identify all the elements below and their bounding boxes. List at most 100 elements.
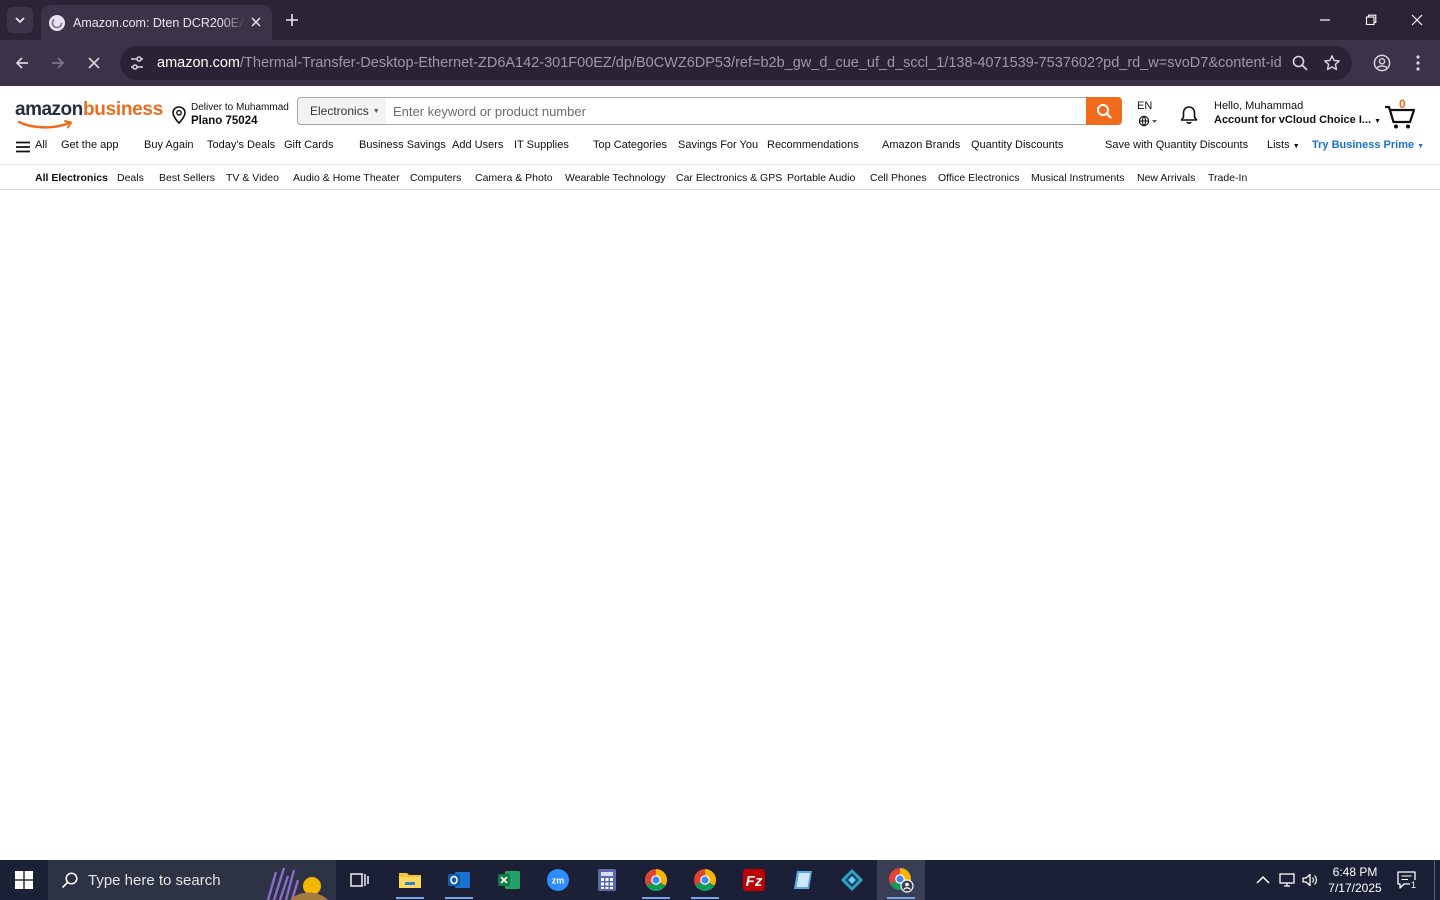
- plus-icon: [286, 14, 298, 26]
- address-bar[interactable]: amazon.com/Thermal-Transfer-Desktop-Ethe…: [120, 46, 1352, 80]
- nav-gift-cards[interactable]: Gift Cards: [284, 139, 334, 151]
- browser-tab-active[interactable]: Amazon.com: Dten DCR200EA Dual-Camera Vi…: [41, 5, 272, 40]
- nav-todays-deals[interactable]: Today's Deals: [207, 139, 275, 151]
- language-selector[interactable]: EN: [1137, 100, 1167, 128]
- show-desktop-button[interactable]: [1434, 860, 1440, 900]
- start-button[interactable]: [0, 860, 48, 900]
- subnav-cell-phones[interactable]: Cell Phones: [870, 172, 927, 184]
- bookmark-star-icon[interactable]: [1323, 54, 1341, 72]
- tab-close-button[interactable]: [248, 14, 264, 30]
- caret-down-icon: ▼: [1417, 143, 1425, 150]
- stop-loading-button[interactable]: [82, 51, 106, 75]
- close-window-button[interactable]: [1405, 8, 1429, 32]
- forward-button[interactable]: [46, 51, 70, 75]
- tray-overflow-chevron-icon[interactable]: [1254, 871, 1272, 889]
- clock-time: 6:48 PM: [1332, 865, 1378, 879]
- taskbar-notes-app[interactable]: [779, 860, 827, 900]
- taskbar-file-explorer[interactable]: [386, 860, 434, 900]
- search-icon: [61, 872, 78, 889]
- nav-business-savings[interactable]: Business Savings: [359, 139, 446, 151]
- logo-amazon-text: amazon: [15, 99, 83, 120]
- nav-all[interactable]: All: [35, 139, 47, 151]
- nav-buy-again[interactable]: Buy Again: [144, 139, 194, 151]
- electronics-subnav: All Electronics Deals Best Sellers TV & …: [0, 164, 1440, 190]
- nav-get-the-app[interactable]: Get the app: [61, 139, 119, 151]
- windows-taskbar: Type here to search zm Fz 6:48 PM 7/17/2…: [0, 860, 1440, 900]
- subnav-computers[interactable]: Computers: [410, 172, 461, 184]
- subnav-car-electronics-gps[interactable]: Car Electronics & GPS: [676, 172, 782, 184]
- nav-try-business-prime[interactable]: Try Business Prime ▼: [1312, 139, 1424, 151]
- notes-app-icon: [794, 871, 812, 889]
- search-input[interactable]: [386, 97, 1087, 125]
- nav-amazon-brands[interactable]: Amazon Brands: [882, 139, 960, 151]
- nav-add-users[interactable]: Add Users: [452, 139, 503, 151]
- minimize-button[interactable]: [1313, 8, 1337, 32]
- nav-top-categories[interactable]: Top Categories: [593, 139, 667, 151]
- subnav-office-electronics[interactable]: Office Electronics: [938, 172, 1020, 184]
- subnav-all-electronics[interactable]: All Electronics: [35, 172, 108, 184]
- site-settings-icon[interactable]: [128, 54, 146, 72]
- arrow-right-icon: [52, 57, 65, 69]
- back-button[interactable]: [10, 51, 34, 75]
- subnav-best-sellers[interactable]: Best Sellers: [159, 172, 215, 184]
- folder-icon: [399, 873, 421, 888]
- browser-menu-button[interactable]: [1406, 51, 1430, 75]
- subnav-wearable-technology[interactable]: Wearable Technology: [565, 172, 666, 184]
- account-greeting: Hello, Muhammad: [1214, 100, 1304, 112]
- taskbar-chrome-profile[interactable]: [877, 860, 925, 900]
- taskbar-clock[interactable]: 6:48 PM 7/17/2025: [1325, 864, 1385, 896]
- restore-button[interactable]: [1359, 8, 1383, 32]
- nav-it-supplies[interactable]: IT Supplies: [514, 139, 569, 151]
- subnav-new-arrivals[interactable]: New Arrivals: [1137, 172, 1195, 184]
- subnav-musical-instruments[interactable]: Musical Instruments: [1031, 172, 1124, 184]
- subnav-camera-photo[interactable]: Camera & Photo: [475, 172, 553, 184]
- caret-down-icon: ▼: [1292, 143, 1300, 150]
- search-category-dropdown[interactable]: Electronics ▼: [297, 97, 387, 125]
- subnav-audio-home-theater[interactable]: Audio & Home Theater: [293, 172, 400, 184]
- subnav-deals[interactable]: Deals: [117, 172, 144, 184]
- cart-button[interactable]: 0: [1383, 97, 1417, 130]
- taskbar-search-box[interactable]: Type here to search: [48, 860, 336, 900]
- taskbar-zoom[interactable]: zm: [534, 860, 582, 900]
- tab-title: Amazon.com: Dten DCR200EA Dual-Camera Vi…: [73, 15, 245, 30]
- task-view-button[interactable]: [336, 860, 384, 900]
- new-tab-button[interactable]: [282, 10, 302, 30]
- amazon-business-logo[interactable]: amazon business: [15, 99, 163, 129]
- deliver-to-location[interactable]: Deliver to Muhammad Plano 75024: [171, 102, 289, 130]
- account-name: Account for vCloud Choice I...: [1214, 114, 1372, 126]
- taskbar-chrome-1[interactable]: [632, 860, 680, 900]
- notification-bell-icon[interactable]: [1178, 104, 1200, 126]
- nav-lists[interactable]: Lists ▼: [1267, 139, 1300, 151]
- subnav-portable-audio[interactable]: Portable Audio: [787, 172, 855, 184]
- url-text[interactable]: amazon.com/Thermal-Transfer-Desktop-Ethe…: [157, 55, 1282, 71]
- amazon-header: amazon business Deliver to Muhammad Plan…: [0, 86, 1440, 164]
- taskbar-excel[interactable]: [485, 860, 533, 900]
- nav-lists-label: Lists: [1267, 139, 1290, 151]
- action-center-button[interactable]: 1: [1396, 870, 1418, 890]
- nav-save-quantity-discounts[interactable]: Save with Quantity Discounts: [1105, 139, 1248, 151]
- taskbar-outlook[interactable]: [435, 860, 483, 900]
- taskbar-calculator[interactable]: [583, 860, 631, 900]
- windows-logo-icon: [15, 871, 33, 889]
- taskbar-filezilla[interactable]: Fz: [730, 860, 778, 900]
- nav-quantity-discounts[interactable]: Quantity Discounts: [971, 139, 1063, 151]
- deliver-zip: Plano 75024: [191, 115, 258, 127]
- nav-savings-for-you[interactable]: Savings For You: [678, 139, 758, 151]
- minimize-icon: [1320, 19, 1330, 21]
- chrome-icon: [694, 869, 716, 891]
- main-nav: All Get the app Buy Again Today's Deals …: [0, 136, 1440, 156]
- tab-search-button[interactable]: [7, 7, 33, 33]
- search-button[interactable]: [1086, 97, 1122, 125]
- taskbar-diamond-app[interactable]: [828, 860, 876, 900]
- volume-icon[interactable]: [1301, 871, 1319, 889]
- taskbar-chrome-2[interactable]: [681, 860, 729, 900]
- hamburger-menu-icon[interactable]: [16, 141, 30, 153]
- network-icon[interactable]: [1278, 871, 1296, 889]
- subnav-trade-in[interactable]: Trade-In: [1208, 172, 1247, 184]
- account-menu[interactable]: Hello, Muhammad Account for vCloud Choic…: [1214, 100, 1381, 129]
- zoom-icon[interactable]: [1291, 54, 1309, 72]
- profile-button[interactable]: [1370, 51, 1394, 75]
- chrome-icon: [645, 869, 667, 891]
- subnav-tv-video[interactable]: TV & Video: [226, 172, 279, 184]
- nav-recommendations[interactable]: Recommendations: [767, 139, 859, 151]
